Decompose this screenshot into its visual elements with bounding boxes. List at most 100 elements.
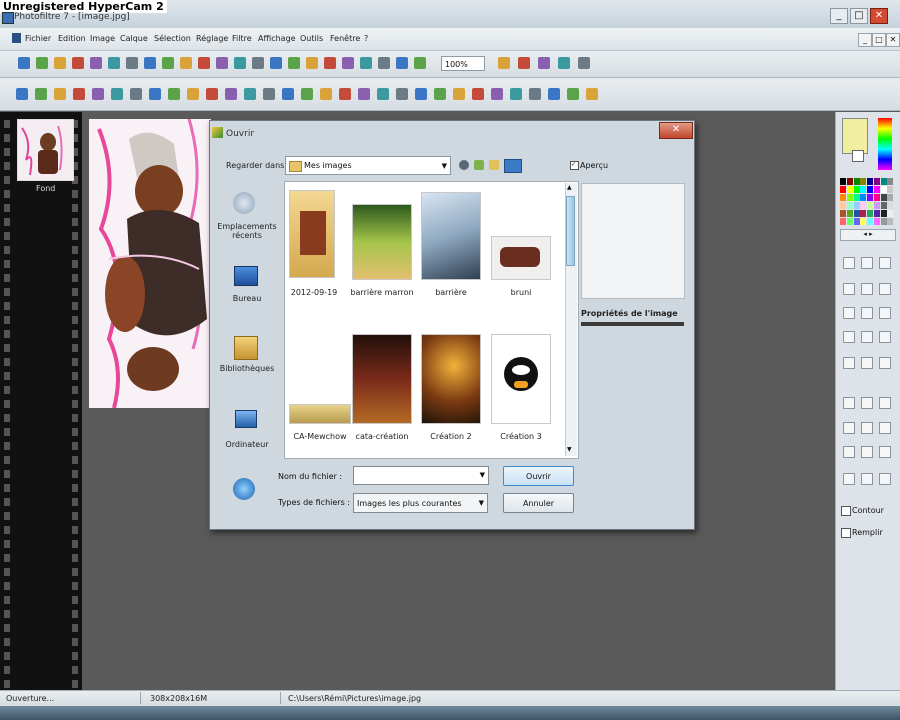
zoom-select[interactable]: 100% (441, 56, 485, 71)
palette-swatch[interactable] (846, 210, 853, 217)
toolbar-button-icon[interactable] (578, 57, 590, 69)
toolbar-button-icon[interactable] (518, 57, 530, 69)
palette-swatch[interactable] (873, 218, 880, 225)
palette-swatch[interactable] (887, 202, 894, 209)
palette-swatch[interactable] (840, 194, 846, 201)
toolbar-button-icon[interactable] (72, 57, 84, 69)
palette-swatch[interactable] (887, 178, 894, 185)
file-label[interactable]: barrière (416, 288, 486, 297)
toolbar-button-icon[interactable] (339, 88, 351, 100)
toolbar-button-icon[interactable] (414, 57, 426, 69)
scroll-down-icon[interactable]: ▼ (567, 446, 572, 453)
view-menu-icon[interactable] (504, 159, 522, 173)
tool-button-icon[interactable] (879, 397, 891, 409)
place-computer[interactable]: Ordinateur (213, 440, 281, 449)
tool-button-icon[interactable] (879, 357, 891, 369)
toolbar-button-icon[interactable] (16, 88, 28, 100)
file-label[interactable]: bruni (486, 288, 556, 297)
palette-swatch[interactable] (840, 178, 846, 185)
palette-swatch[interactable] (860, 218, 867, 225)
toolbar-button-icon[interactable] (270, 57, 282, 69)
tool-button-icon[interactable] (879, 257, 891, 269)
file-thumb[interactable] (491, 334, 551, 424)
new-folder-icon[interactable] (489, 160, 499, 170)
palette-swatch[interactable] (840, 218, 846, 225)
palette-swatch[interactable] (867, 194, 873, 201)
palette-swatch[interactable] (867, 186, 873, 193)
palette-swatch[interactable] (846, 178, 853, 185)
palette-swatch[interactable] (867, 202, 873, 209)
menu-affichage[interactable]: Affichage (258, 34, 296, 43)
tool-button-icon[interactable] (879, 307, 891, 319)
toolbar-button-icon[interactable] (396, 57, 408, 69)
tool-button-icon[interactable] (861, 283, 873, 295)
color-palette[interactable] (840, 178, 894, 226)
palette-swatch[interactable] (887, 186, 894, 193)
tool-button-icon[interactable] (861, 473, 873, 485)
toolbar-button-icon[interactable] (538, 57, 550, 69)
toolbar-button-icon[interactable] (434, 88, 446, 100)
palette-swatch[interactable] (853, 218, 860, 225)
palette-swatch[interactable] (873, 186, 880, 193)
palette-swatch[interactable] (880, 210, 887, 217)
toolbar-button-icon[interactable] (378, 57, 390, 69)
menu-calque[interactable]: Calque (120, 34, 148, 43)
look-in-select[interactable]: Mes images ▼ (285, 156, 451, 175)
toolbar-button-icon[interactable] (126, 57, 138, 69)
toolbar-button-icon[interactable] (216, 57, 228, 69)
palette-swatch[interactable] (853, 210, 860, 217)
toolbar-button-icon[interactable] (558, 57, 570, 69)
toolbar-button-icon[interactable] (144, 57, 156, 69)
palette-swatch[interactable] (860, 178, 867, 185)
toolbar-button-icon[interactable] (54, 88, 66, 100)
menu-edition[interactable]: Edition (58, 34, 86, 43)
toolbar-button-icon[interactable] (90, 57, 102, 69)
network-icon[interactable] (233, 478, 255, 500)
toolbar-button-icon[interactable] (498, 57, 510, 69)
palette-swatch[interactable] (860, 194, 867, 201)
filetype-select[interactable]: Images les plus courantes ▼ (353, 493, 488, 513)
computer-icon[interactable] (235, 410, 257, 428)
toolbar-button-icon[interactable] (324, 57, 336, 69)
toolbar-button-icon[interactable] (548, 88, 560, 100)
palette-swatch[interactable] (853, 178, 860, 185)
file-thumb[interactable] (289, 404, 351, 424)
file-label[interactable]: CA-Mewchow (285, 432, 355, 441)
tool-button-icon[interactable] (879, 473, 891, 485)
palette-swatch[interactable] (880, 202, 887, 209)
tool-button-icon[interactable] (879, 422, 891, 434)
file-thumb-folder[interactable] (289, 190, 335, 278)
open-button[interactable]: Ouvrir (503, 466, 574, 486)
palette-swatch[interactable] (853, 202, 860, 209)
menu-selection[interactable]: Sélection (154, 34, 191, 43)
tool-button-icon[interactable] (861, 307, 873, 319)
tool-button-icon[interactable] (861, 397, 873, 409)
toolbar-button-icon[interactable] (396, 88, 408, 100)
palette-swatch[interactable] (853, 186, 860, 193)
menu-fenetre[interactable]: Fenêtre (330, 34, 360, 43)
toolbar-button-icon[interactable] (301, 88, 313, 100)
toolbar-button-icon[interactable] (180, 57, 192, 69)
tool-button-icon[interactable] (843, 473, 855, 485)
hue-slider[interactable] (878, 118, 892, 170)
palette-swatch[interactable] (840, 186, 846, 193)
file-thumb[interactable] (421, 334, 481, 424)
tool-button-icon[interactable] (843, 357, 855, 369)
palette-swatch[interactable] (840, 210, 846, 217)
toolbar-button-icon[interactable] (263, 88, 275, 100)
dialog-close-button[interactable]: ✕ (659, 122, 693, 139)
toolbar-button-icon[interactable] (510, 88, 522, 100)
recent-places-icon[interactable] (233, 192, 255, 214)
toolbar-button-icon[interactable] (187, 88, 199, 100)
tool-button-icon[interactable] (843, 422, 855, 434)
palette-swatch[interactable] (887, 210, 894, 217)
toolbar-button-icon[interactable] (149, 88, 161, 100)
palette-swatch[interactable] (873, 210, 880, 217)
toolbar-button-icon[interactable] (162, 57, 174, 69)
tool-button-icon[interactable] (861, 357, 873, 369)
toolbar-button-icon[interactable] (472, 88, 484, 100)
palette-swatch[interactable] (880, 218, 887, 225)
toolbar-button-icon[interactable] (529, 88, 541, 100)
palette-swatch[interactable] (853, 194, 860, 201)
toolbar-button-icon[interactable] (130, 88, 142, 100)
